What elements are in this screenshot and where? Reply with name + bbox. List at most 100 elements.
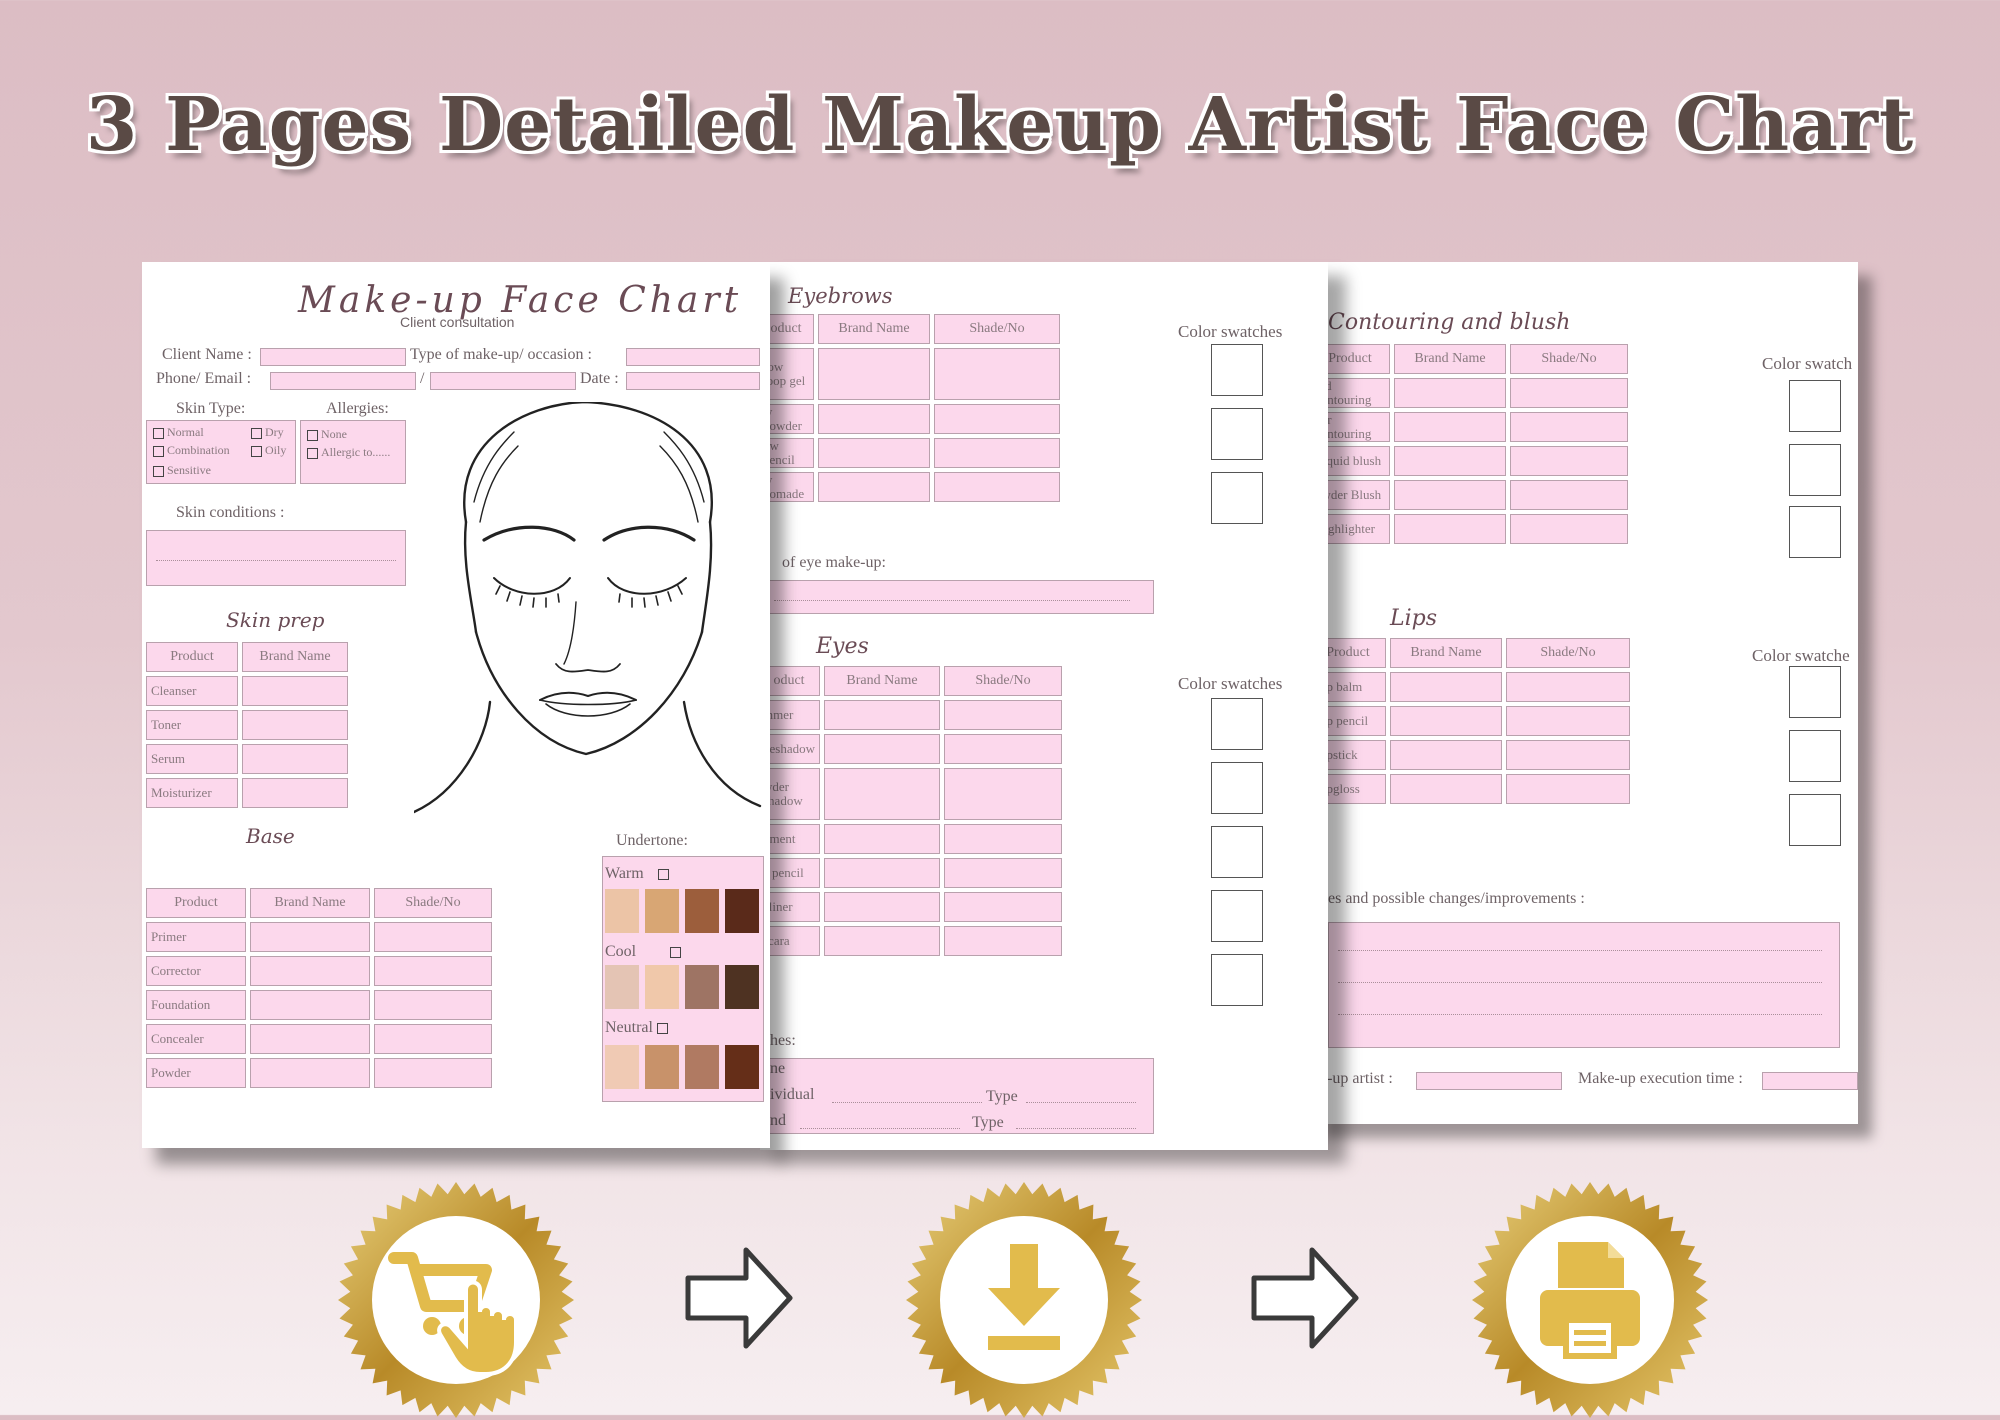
table-cell-input[interactable] — [944, 734, 1062, 764]
table-cell-input[interactable] — [944, 858, 1062, 888]
table-cell-input[interactable] — [934, 472, 1060, 502]
table-cell-input[interactable] — [1394, 514, 1506, 544]
table-cell-input[interactable] — [1390, 706, 1502, 736]
lashes-field[interactable] — [768, 1058, 1154, 1134]
table-cell-input[interactable] — [934, 404, 1060, 434]
swatch-box[interactable] — [1211, 472, 1263, 524]
table-cell-input[interactable] — [824, 734, 940, 764]
makeup-type-field[interactable] — [626, 348, 760, 366]
undertone-label: Undertone: — [616, 832, 688, 849]
table-cell-input[interactable] — [1506, 672, 1630, 702]
table-cell-input[interactable] — [250, 990, 370, 1020]
checkbox-icon — [153, 427, 164, 439]
lash-line-2: ividual — [770, 1086, 815, 1103]
table-cell-input[interactable] — [944, 824, 1062, 854]
skin-option[interactable]: Oily — [251, 443, 286, 458]
table-cell-input[interactable] — [1390, 672, 1502, 702]
table-cell-input[interactable] — [1394, 412, 1506, 442]
table-cell-input[interactable] — [1506, 740, 1630, 770]
table-cell-input[interactable] — [1394, 446, 1506, 476]
table-cell-input[interactable] — [374, 956, 492, 986]
execution-field[interactable] — [1762, 1072, 1858, 1090]
table-cell-input[interactable] — [1506, 774, 1630, 804]
artist-field[interactable] — [1416, 1072, 1562, 1090]
table-cell-input[interactable] — [242, 676, 348, 706]
table-cell-input[interactable] — [242, 744, 348, 774]
table-cell-input[interactable] — [944, 768, 1062, 820]
table-cell-input[interactable] — [1510, 446, 1628, 476]
table-cell-input[interactable] — [824, 858, 940, 888]
swatch-box[interactable] — [1211, 954, 1263, 1006]
table-cell-input[interactable] — [1390, 774, 1502, 804]
table-cell-input[interactable] — [824, 768, 940, 820]
client-name-field[interactable] — [260, 348, 406, 366]
table-cell-input[interactable] — [1394, 378, 1506, 408]
swatch-box[interactable] — [1789, 506, 1841, 558]
allergy-option[interactable]: None — [307, 427, 347, 442]
table-cell-input[interactable] — [1510, 378, 1628, 408]
swatch-box[interactable] — [1211, 698, 1263, 750]
swatch-box[interactable] — [1211, 344, 1263, 396]
table-cell-input[interactable] — [374, 1058, 492, 1088]
table-cell-input[interactable] — [824, 700, 940, 730]
notes-label: es and possible changes/improvements : — [1328, 890, 1585, 907]
table-cell-input[interactable] — [934, 438, 1060, 468]
swatch-box[interactable] — [1789, 730, 1841, 782]
lashes-label: hes: — [770, 1032, 796, 1049]
skin-conditions-field[interactable] — [146, 530, 406, 586]
undertone-warm[interactable]: Warm — [605, 865, 672, 883]
allergy-option[interactable]: Allergic to...... — [307, 445, 390, 460]
table-cell-input[interactable] — [250, 922, 370, 952]
swatch-box[interactable] — [1789, 666, 1841, 718]
swatch-box[interactable] — [1211, 890, 1263, 942]
table-cell-input[interactable] — [824, 824, 940, 854]
skin-option[interactable]: Dry — [251, 425, 284, 440]
checkbox-icon — [307, 429, 318, 441]
table-cell-input[interactable] — [818, 404, 930, 434]
swatch-box[interactable] — [1789, 794, 1841, 846]
table-cell-input[interactable] — [242, 778, 348, 808]
swatch-box[interactable] — [1211, 826, 1263, 878]
date-field[interactable] — [626, 372, 760, 390]
option-label: Sensitive — [167, 463, 211, 477]
eye-makeup-field[interactable] — [768, 580, 1154, 614]
undertone-neutral[interactable]: Neutral — [605, 1019, 671, 1037]
skin-option[interactable]: Normal — [153, 425, 204, 440]
table-cell-input[interactable] — [250, 956, 370, 986]
table-cell-input[interactable] — [1394, 480, 1506, 510]
table-cell-input[interactable] — [242, 710, 348, 740]
table-cell-input[interactable] — [1506, 706, 1630, 736]
undertone-cool[interactable]: Cool — [605, 943, 684, 961]
table-cell-input[interactable] — [824, 926, 940, 956]
table-cell-input[interactable] — [824, 892, 940, 922]
notes-field[interactable] — [1328, 922, 1840, 1048]
table-cell-input[interactable] — [818, 472, 930, 502]
row-label: Powder — [146, 1058, 246, 1088]
swatch-box[interactable] — [1789, 380, 1841, 432]
tone-swatch — [725, 965, 759, 1009]
skin-conditions-label: Skin conditions : — [176, 504, 285, 521]
table-cell-input[interactable] — [944, 892, 1062, 922]
email-field[interactable] — [430, 372, 576, 390]
table-cell-input[interactable] — [374, 922, 492, 952]
option-label: Combination — [167, 443, 230, 457]
skin-option[interactable]: Sensitive — [153, 463, 211, 478]
swatch-box[interactable] — [1789, 444, 1841, 496]
table-cell-input[interactable] — [944, 700, 1062, 730]
table-cell-input[interactable] — [944, 926, 1062, 956]
table-cell-input[interactable] — [374, 990, 492, 1020]
phone-field[interactable] — [270, 372, 416, 390]
skin-option[interactable]: Combination — [153, 443, 230, 458]
table-cell-input[interactable] — [1510, 412, 1628, 442]
table-cell-input[interactable] — [250, 1058, 370, 1088]
table-cell-input[interactable] — [374, 1024, 492, 1054]
table-cell-input[interactable] — [250, 1024, 370, 1054]
table-cell-input[interactable] — [1510, 514, 1628, 544]
table-cell-input[interactable] — [818, 438, 930, 468]
table-cell-input[interactable] — [1390, 740, 1502, 770]
table-cell-input[interactable] — [934, 348, 1060, 400]
table-cell-input[interactable] — [818, 348, 930, 400]
swatch-box[interactable] — [1211, 408, 1263, 460]
table-cell-input[interactable] — [1510, 480, 1628, 510]
swatch-box[interactable] — [1211, 762, 1263, 814]
